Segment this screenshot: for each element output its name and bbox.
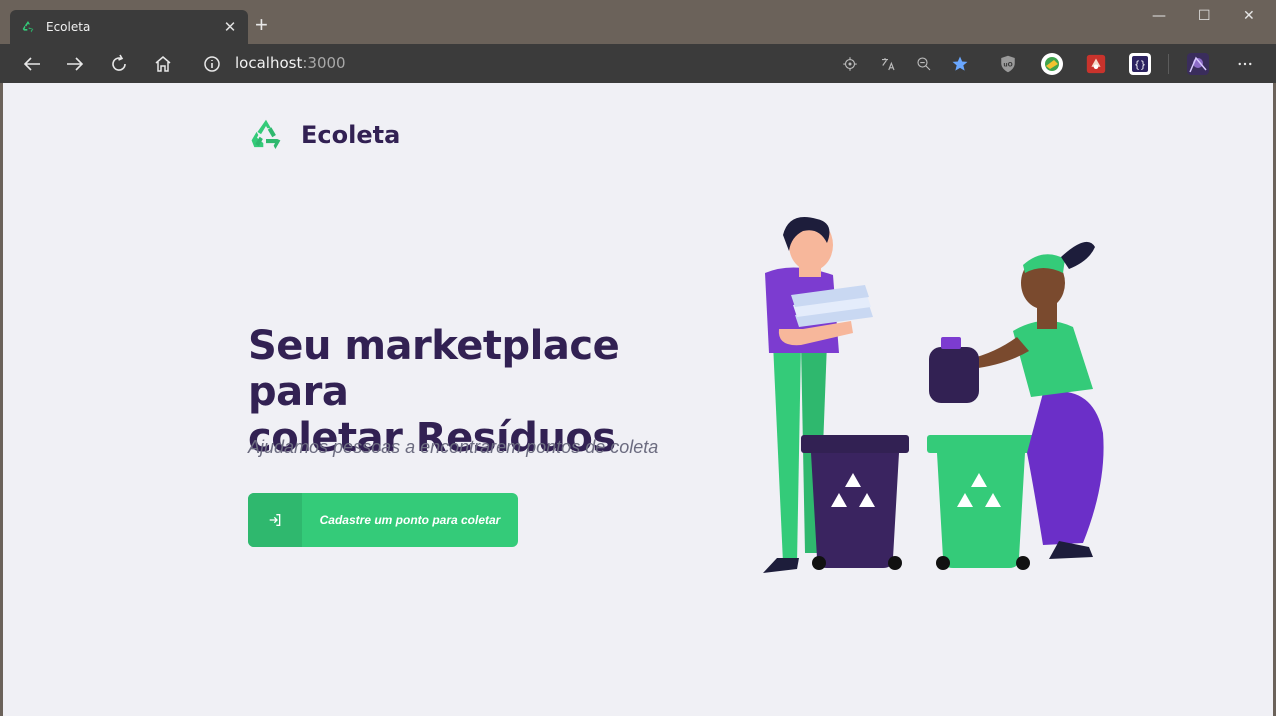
home-icon [155,56,171,72]
extension-red-icon[interactable] [1084,52,1108,76]
maximize-button[interactable]: ☐ [1198,8,1211,24]
site-info-button[interactable] [200,52,224,76]
tab-ecoleta[interactable]: Ecoleta ✕ [10,10,248,44]
register-point-button[interactable]: Cadastre um ponto para coletar [248,493,518,547]
extension-brackets-icon[interactable]: {} [1128,52,1152,76]
dark-recycle-bin [801,435,909,570]
ublock-shield-icon[interactable]: uO [996,52,1020,76]
zoom-out-icon[interactable] [912,52,936,76]
profile-avatar[interactable] [1186,52,1210,76]
logo-text: Ecoleta [301,121,401,149]
minimize-button[interactable]: — [1152,8,1166,24]
toolbar-divider [1168,54,1169,74]
recycle-logo-icon [251,119,281,149]
translate-icon[interactable] [876,52,900,76]
title-line-1: Seu marketplace para [248,323,620,415]
url-host: localhost [235,54,303,72]
log-in-icon [248,493,302,547]
address-bar[interactable]: localhost:3000 [235,54,346,72]
svg-text:uO: uO [1003,61,1012,68]
title-bar: Ecoleta ✕ + — ☐ ✕ [0,0,1276,44]
url-port: :3000 [302,54,346,72]
new-tab-button[interactable]: + [255,14,268,36]
refresh-button[interactable] [107,52,131,76]
browser-toolbar: localhost:3000 uO {} [0,44,1276,83]
more-menu-icon[interactable] [1233,52,1257,76]
close-window-button[interactable]: ✕ [1243,8,1255,24]
register-point-label: Cadastre um ponto para coletar [319,513,501,527]
arrow-left-icon [23,57,40,71]
info-icon [204,56,220,72]
forward-button[interactable] [63,52,87,76]
svg-text:{}: {} [1134,60,1146,71]
favorite-star-icon[interactable] [948,52,972,76]
jug [929,337,979,403]
tab-title: Ecoleta [46,20,91,34]
logo[interactable]: Ecoleta [248,117,400,153]
back-button[interactable] [20,52,44,76]
tab-close-icon[interactable]: ✕ [222,18,238,36]
green-recycle-bin [927,435,1035,570]
page-subtitle: Ajudamos pessoas a encontrarem pontos de… [248,437,659,457]
refresh-icon [112,54,126,71]
location-icon[interactable] [838,52,862,76]
recycle-favicon-icon [22,21,34,33]
home-button[interactable] [151,52,175,76]
page-content: Ecoleta Seu marketplace para coletar Res… [3,83,1273,716]
recycling-people-illustration [763,217,1104,573]
arrow-right-icon [67,57,84,71]
extension-globe-icon[interactable] [1040,52,1064,76]
